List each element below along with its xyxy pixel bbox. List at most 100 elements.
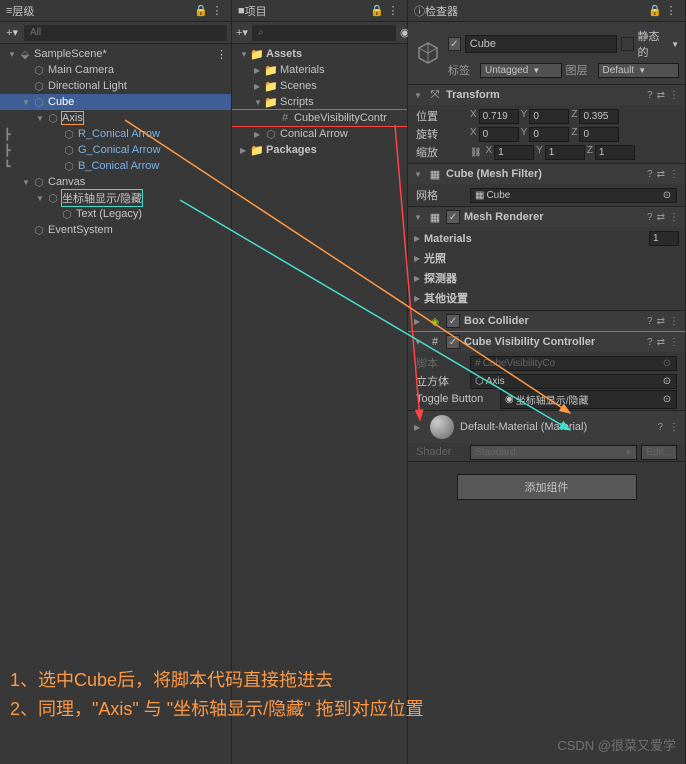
light-item[interactable]: ⬡Directional Light <box>0 78 231 94</box>
add-icon[interactable]: +▾ <box>4 25 20 41</box>
conical-arrow-item[interactable]: ▶⬡Conical Arrow <box>232 126 407 142</box>
tag-label: 标签 <box>448 62 476 78</box>
toggle-prop-field[interactable]: ◉坐标轴显示/隐藏⊙ <box>500 390 677 409</box>
collider-checkbox[interactable]: ✓ <box>446 314 460 328</box>
help-icon[interactable]: ? <box>647 212 653 223</box>
cube-prop-label: 立方体 <box>416 373 466 389</box>
mesh-renderer-header[interactable]: ▼▦✓ Mesh Renderer ?⇄⋮ <box>408 207 685 227</box>
material-header[interactable]: ▶ Default-Material (Material) ?⋮ <box>408 411 685 443</box>
help-icon[interactable]: ? <box>647 337 653 348</box>
scale-z[interactable] <box>595 145 635 160</box>
rot-x[interactable] <box>479 127 519 142</box>
hierarchy-header: ≡ 层级 🔒 ⋮ <box>0 0 231 22</box>
mesh-filter-component: ▼▦ Cube (Mesh Filter) ?⇄⋮ 网格▦Cube⊙ <box>408 164 685 207</box>
scale-x[interactable] <box>494 145 534 160</box>
hierarchy-title: 层级 <box>12 3 193 19</box>
hierarchy-search[interactable] <box>24 25 227 41</box>
mesh-filter-icon: ▦ <box>428 167 442 181</box>
script-component-header[interactable]: ▼#✓ Cube Visibility Controller ?⇄⋮ <box>408 332 685 352</box>
mesh-filter-header[interactable]: ▼▦ Cube (Mesh Filter) ?⇄⋮ <box>408 164 685 184</box>
toggle-item[interactable]: ▼⬡坐标轴显示/隐藏 <box>0 190 231 206</box>
transform-header[interactable]: ▼⤧ Transform ?⇄⋮ <box>408 85 685 105</box>
object-name-input[interactable] <box>465 35 617 53</box>
link-icon[interactable]: ⛓ <box>470 147 481 158</box>
help-icon[interactable]: ? <box>647 90 653 101</box>
preset-icon[interactable]: ⇄ <box>657 337 665 348</box>
camera-item[interactable]: ⬡Main Camera <box>0 62 231 78</box>
other-header[interactable]: ▶其他设置 <box>408 288 685 308</box>
lock-icon[interactable]: 🔒 <box>193 3 209 19</box>
pos-x[interactable] <box>479 109 519 124</box>
shader-label: Shader <box>416 446 466 458</box>
scenes-folder[interactable]: ▶📁Scenes <box>232 78 407 94</box>
rot-z[interactable] <box>579 127 619 142</box>
preset-icon[interactable]: ⇄ <box>657 316 665 327</box>
b-arrow-item[interactable]: ┗⬡B_Conical Arrow <box>0 158 231 174</box>
text-item[interactable]: ⬡Text (Legacy) <box>0 206 231 222</box>
preset-icon[interactable]: ⇄ <box>657 169 665 180</box>
help-icon[interactable]: ? <box>647 316 653 327</box>
object-header: ✓ 静态的 ▼ 标签 Untagged▼ 图层 Default▼ <box>408 22 685 85</box>
active-checkbox[interactable]: ✓ <box>448 37 461 51</box>
menu-icon[interactable]: ⋮ <box>385 3 401 19</box>
menu-icon[interactable]: ⋮ <box>669 169 679 180</box>
r-arrow-item[interactable]: ┣⬡R_Conical Arrow <box>0 126 231 142</box>
add-component-button[interactable]: 添加组件 <box>457 474 637 500</box>
tag-dropdown[interactable]: Untagged▼ <box>480 63 562 78</box>
cube-prop-field[interactable]: ⬡Axis⊙ <box>470 374 677 389</box>
menu-icon[interactable]: ⋮ <box>209 3 225 19</box>
shader-dropdown[interactable]: Standard▼ <box>470 445 637 460</box>
menu-icon[interactable]: ⋮ <box>663 3 679 19</box>
script-checkbox[interactable]: ✓ <box>446 335 460 349</box>
help-icon[interactable]: ? <box>657 422 663 433</box>
script-file[interactable]: #CubeVisibilityContr <box>232 110 407 126</box>
pos-z[interactable] <box>579 109 619 124</box>
menu-icon[interactable]: ⋮ <box>669 212 679 223</box>
lock-icon[interactable]: 🔒 <box>369 3 385 19</box>
scripts-folder[interactable]: ▼📁Scripts <box>232 94 407 110</box>
assets-folder[interactable]: ▼📁Assets <box>232 46 407 62</box>
rot-y[interactable] <box>529 127 569 142</box>
renderer-checkbox[interactable]: ✓ <box>446 210 460 224</box>
materials-folder[interactable]: ▶📁Materials <box>232 62 407 78</box>
lighting-header[interactable]: ▶光照 <box>408 248 685 268</box>
pos-y[interactable] <box>529 109 569 124</box>
menu-icon[interactable]: ⋮ <box>669 90 679 101</box>
mesh-label: 网格 <box>416 187 466 203</box>
mesh-renderer-icon: ▦ <box>428 210 442 224</box>
mesh-field[interactable]: ▦Cube⊙ <box>470 188 677 203</box>
edit-button[interactable]: Edit... <box>641 445 677 460</box>
layer-dropdown[interactable]: Default▼ <box>598 63 680 78</box>
preset-icon[interactable]: ⇄ <box>657 212 665 223</box>
preset-icon[interactable]: ⇄ <box>657 90 665 101</box>
box-collider-header[interactable]: ▶◈✓ Box Collider ?⇄⋮ <box>408 311 685 331</box>
script-field: #CubeVisibilityCo⊙ <box>470 356 677 371</box>
script-icon: # <box>428 335 442 349</box>
menu-icon[interactable]: ⋮ <box>669 337 679 348</box>
canvas-item[interactable]: ▼⬡Canvas <box>0 174 231 190</box>
materials-header[interactable]: ▶Materials <box>408 229 685 248</box>
menu-icon[interactable]: ⋮ <box>669 316 679 327</box>
static-checkbox[interactable] <box>621 37 634 51</box>
scene-item[interactable]: ▼⬙SampleScene*⋮ <box>0 46 231 62</box>
mesh-renderer-component: ▼▦✓ Mesh Renderer ?⇄⋮ ▶Materials ▶光照 ▶探测… <box>408 207 685 311</box>
probes-header[interactable]: ▶探测器 <box>408 268 685 288</box>
static-dropdown-icon[interactable]: ▼ <box>671 40 679 49</box>
project-icon: ■ <box>238 5 245 17</box>
menu-icon[interactable]: ⋮ <box>669 422 679 433</box>
inspector-title: 检查器 <box>425 3 647 19</box>
cube-icon[interactable] <box>414 39 442 67</box>
eventsystem-item[interactable]: ⬡EventSystem <box>0 222 231 238</box>
help-icon[interactable]: ? <box>647 169 653 180</box>
cube-item[interactable]: ▼⬡Cube <box>0 94 231 110</box>
materials-count[interactable] <box>649 231 679 246</box>
add-icon[interactable]: +▾ <box>236 25 248 41</box>
lock-icon[interactable]: 🔒 <box>647 3 663 19</box>
project-toolbar: +▾ ◉ 👁 ★ <box>232 22 407 44</box>
packages-folder[interactable]: ▶📁Packages <box>232 142 407 158</box>
g-arrow-item[interactable]: ┣⬡G_Conical Arrow <box>0 142 231 158</box>
project-search[interactable] <box>252 25 396 41</box>
axis-item[interactable]: ▼⬡Axis <box>0 110 231 126</box>
hierarchy-tree: ▼⬙SampleScene*⋮ ⬡Main Camera ⬡Directiona… <box>0 44 231 764</box>
scale-y[interactable] <box>545 145 585 160</box>
